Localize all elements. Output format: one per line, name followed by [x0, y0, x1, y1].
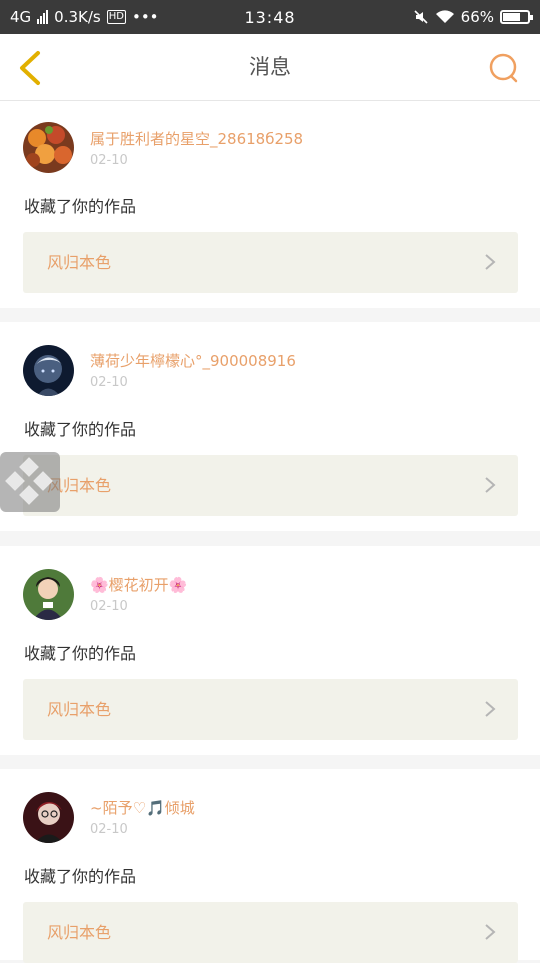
network-type: 4G	[10, 8, 32, 26]
sender-name[interactable]: ~陌予♡🎵倾城	[90, 797, 195, 818]
chevron-right-icon	[485, 701, 496, 717]
message-action-text: 收藏了你的作品	[24, 867, 137, 886]
avatar[interactable]	[23, 792, 74, 843]
message-date: 02-10	[90, 153, 128, 168]
chevron-right-icon	[485, 924, 496, 940]
hd-badge: HD	[106, 10, 126, 24]
message-action-text: 收藏了你的作品	[24, 420, 137, 439]
message-card: 属于胜利者的星空_28618б258 02-10 收藏了你的作品 风归本色	[0, 101, 540, 308]
work-title: 风归本色	[47, 923, 112, 942]
message-date: 02-10	[90, 375, 128, 390]
message-action-text: 收藏了你的作品	[24, 644, 137, 663]
sender-name[interactable]: 薄荷少年檸檬心°_900008916	[90, 350, 296, 371]
battery-percent: 66%	[460, 8, 494, 26]
signal-icon	[37, 10, 49, 24]
wifi-icon	[435, 10, 454, 23]
search-icon[interactable]	[488, 52, 520, 84]
sender-name[interactable]: 🌸樱花初开🌸	[90, 574, 187, 595]
mute-icon	[414, 10, 428, 24]
message-date: 02-10	[90, 599, 128, 614]
avatar[interactable]	[23, 122, 74, 173]
work-title: 风归本色	[47, 253, 112, 272]
battery-icon	[500, 10, 533, 24]
status-bar: 4G 0.3K/s HD ••• 13:48 66%	[0, 0, 540, 34]
message-card: 🌸樱花初开🌸 02-10 收藏了你的作品 风归本色	[0, 546, 540, 755]
work-link[interactable]: 风归本色	[23, 232, 518, 293]
chevron-right-icon	[485, 477, 496, 493]
work-link[interactable]: 风归本色	[23, 902, 518, 963]
message-card: ~陌予♡🎵倾城 02-10 收藏了你的作品 风归本色	[0, 769, 540, 963]
work-link[interactable]: 风归本色	[23, 679, 518, 740]
assistive-touch-icon	[5, 457, 53, 505]
header: 消息	[0, 34, 540, 101]
more-notifications-icon: •••	[131, 8, 159, 26]
message-date: 02-10	[90, 822, 128, 837]
work-title: 风归本色	[47, 700, 112, 719]
network-speed: 0.3K/s	[54, 8, 101, 26]
sender-name[interactable]: 属于胜利者的星空_28618б258	[90, 128, 303, 149]
message-action-text: 收藏了你的作品	[24, 197, 137, 216]
work-link[interactable]: 风归本色	[23, 455, 518, 516]
page-title: 消息	[249, 55, 291, 79]
assistive-touch-button[interactable]	[0, 452, 60, 512]
avatar[interactable]	[23, 569, 74, 620]
message-card: 薄荷少年檸檬心°_900008916 02-10 收藏了你的作品 风归本色	[0, 322, 540, 531]
chevron-right-icon	[485, 254, 496, 270]
avatar[interactable]	[23, 345, 74, 396]
